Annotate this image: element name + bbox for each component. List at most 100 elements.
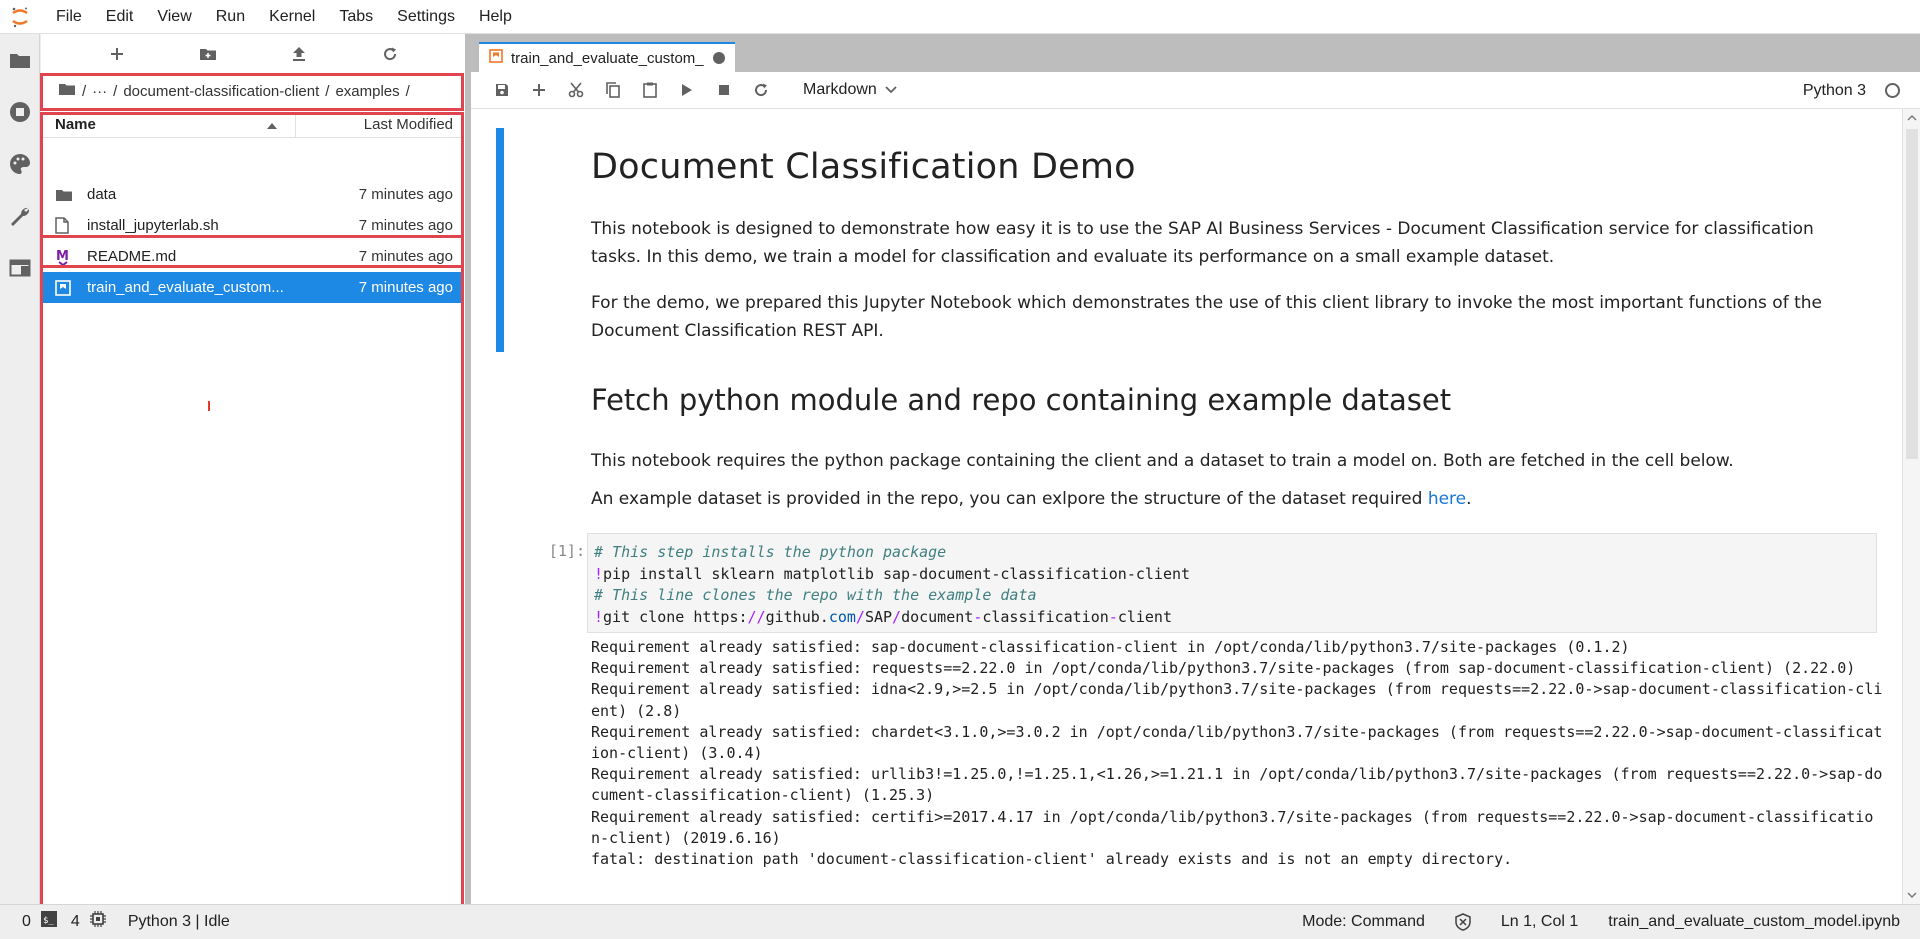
- code-token: client: [1117, 607, 1172, 626]
- code-token: com: [828, 607, 856, 626]
- code-cell[interactable]: # This step installs the python package …: [587, 533, 1877, 633]
- file-name: data: [87, 186, 117, 203]
- insert-cell-button[interactable]: [520, 75, 557, 105]
- file-list-header: Name Last Modified: [43, 112, 463, 138]
- menu-run[interactable]: Run: [204, 0, 257, 34]
- kernel-chip-icon: [89, 911, 106, 932]
- paste-button[interactable]: [631, 75, 668, 105]
- dataset-paragraph: An example dataset is provided in the re…: [591, 485, 1853, 513]
- file-name: README.md: [87, 248, 177, 265]
- file-name: install_jupyterlab.sh: [87, 217, 219, 234]
- restart-button[interactable]: [742, 75, 779, 105]
- file-row-install-jupyterlab[interactable]: install_jupyterlab.sh 7 minutes ago: [43, 210, 463, 241]
- kernel-name[interactable]: Python 3: [1803, 72, 1866, 109]
- code-token: classification: [982, 607, 1109, 626]
- unsaved-indicator-icon[interactable]: [713, 52, 725, 64]
- scrollbar-thumb[interactable]: [1906, 129, 1918, 459]
- new-launcher-button[interactable]: [97, 38, 137, 70]
- new-folder-button[interactable]: [188, 38, 228, 70]
- breadcrumb-sep: /: [82, 82, 87, 100]
- file-browser-toolbar: [41, 34, 465, 74]
- vertical-scrollbar[interactable]: [1902, 109, 1920, 904]
- code-token: SAP: [864, 607, 893, 626]
- run-button[interactable]: [668, 75, 705, 105]
- sort-ascending-icon: [267, 116, 277, 133]
- kernel-status-text[interactable]: Python 3 | Idle: [128, 913, 230, 931]
- column-modified-header[interactable]: Last Modified: [296, 112, 463, 137]
- file-name: train_and_evaluate_custom...: [87, 279, 284, 296]
- copy-icon: [605, 82, 620, 98]
- cell-type-dropdown[interactable]: Markdown: [803, 81, 897, 99]
- file-row-readme[interactable]: M README.md 7 minutes ago: [43, 241, 463, 272]
- trusted-shield-icon[interactable]: [1455, 913, 1471, 931]
- stop-icon: [718, 85, 729, 95]
- save-button[interactable]: [483, 75, 520, 105]
- code-token: //: [747, 607, 766, 626]
- paste-icon: [642, 82, 657, 98]
- breadcrumb-ellipsis[interactable]: ···: [92, 83, 107, 100]
- output-line: ion-client) (3.0.4): [591, 744, 763, 763]
- status-bar-right: Mode: Command Ln 1, Col 1 train_and_eval…: [1272, 905, 1900, 939]
- file-modified: 7 minutes ago: [358, 186, 453, 203]
- breadcrumb-subfolder[interactable]: examples: [335, 83, 399, 100]
- scroll-up-icon[interactable]: [1903, 109, 1920, 127]
- notebook-panel: Document Classification Demo This notebo…: [471, 109, 1920, 904]
- menu-edit[interactable]: Edit: [94, 0, 146, 34]
- menu-settings[interactable]: Settings: [385, 0, 467, 34]
- refresh-button[interactable]: [370, 38, 410, 70]
- scroll-down-icon[interactable]: [1903, 886, 1920, 904]
- file-row-train-notebook[interactable]: train_and_evaluate_custom... 7 minutes a…: [43, 272, 463, 303]
- intro-paragraph: This notebook is designed to demonstrate…: [591, 219, 1814, 267]
- kernels-status[interactable]: 4: [71, 911, 106, 932]
- output-line: Requirement already satisfied: sap-docum…: [591, 638, 1630, 656]
- output-line: Requirement already satisfied: urllib3!=…: [591, 765, 1883, 784]
- wrench-icon[interactable]: [0, 196, 40, 236]
- menu-kernel[interactable]: Kernel: [257, 0, 327, 34]
- cursor-position[interactable]: Ln 1, Col 1: [1501, 913, 1578, 931]
- menu-help[interactable]: Help: [467, 0, 524, 34]
- new-folder-icon: [199, 49, 216, 60]
- breadcrumb-sep: /: [325, 82, 330, 100]
- output-line: ent) (2.8): [591, 701, 682, 720]
- palette-icon[interactable]: [0, 144, 40, 184]
- dataset-suffix: .: [1466, 489, 1472, 509]
- breadcrumb-sep: /: [405, 82, 410, 100]
- folder-icon: [55, 188, 81, 202]
- code-comment: # This step installs the python package: [594, 543, 947, 561]
- running-icon[interactable]: [0, 92, 40, 132]
- cell-output: Requirement already satisfied: sap-docum…: [591, 637, 1883, 870]
- dataset-text: An example dataset is provided in the re…: [591, 489, 1428, 509]
- refresh-icon: [383, 47, 396, 61]
- terminals-status[interactable]: 0 $_: [22, 911, 57, 932]
- output-line: fatal: destination path 'document-classi…: [591, 850, 1513, 869]
- column-modified-label: Last Modified: [363, 116, 453, 133]
- code-token: git clone https:: [603, 607, 748, 626]
- code-token: -: [1108, 607, 1118, 626]
- jupyter-logo-icon: [0, 0, 40, 34]
- column-name-header[interactable]: Name: [43, 112, 296, 137]
- code-token: /: [855, 607, 865, 626]
- menu-tabs[interactable]: Tabs: [327, 0, 385, 34]
- interrupt-button[interactable]: [705, 75, 742, 105]
- cut-button[interactable]: [557, 75, 594, 105]
- copy-button[interactable]: [594, 75, 631, 105]
- code-token: document: [901, 607, 974, 626]
- folder-icon[interactable]: [0, 40, 40, 80]
- code-bang: !: [594, 564, 604, 583]
- notebook-icon: [489, 49, 503, 67]
- upload-button[interactable]: [279, 38, 319, 70]
- menu-view[interactable]: View: [145, 0, 203, 34]
- output-line: Requirement already satisfied: requests=…: [591, 659, 1856, 678]
- menu-file[interactable]: File: [40, 0, 94, 34]
- tab-notebook[interactable]: train_and_evaluate_custom_: [479, 42, 735, 72]
- mode-indicator[interactable]: Mode: Command: [1302, 913, 1425, 931]
- file-row-data[interactable]: data 7 minutes ago: [43, 179, 463, 210]
- notebook-title: Document Classification Demo: [591, 147, 1136, 187]
- here-link[interactable]: here: [1428, 489, 1466, 509]
- menu-bar: File Edit View Run Kernel Tabs Settings …: [0, 0, 1920, 34]
- tabs-icon[interactable]: [0, 248, 40, 288]
- home-folder-icon[interactable]: [58, 82, 76, 100]
- code-token: /: [892, 607, 902, 626]
- cell-prompt: [1]:: [548, 542, 585, 560]
- breadcrumb-folder[interactable]: document-classification-client: [123, 83, 319, 100]
